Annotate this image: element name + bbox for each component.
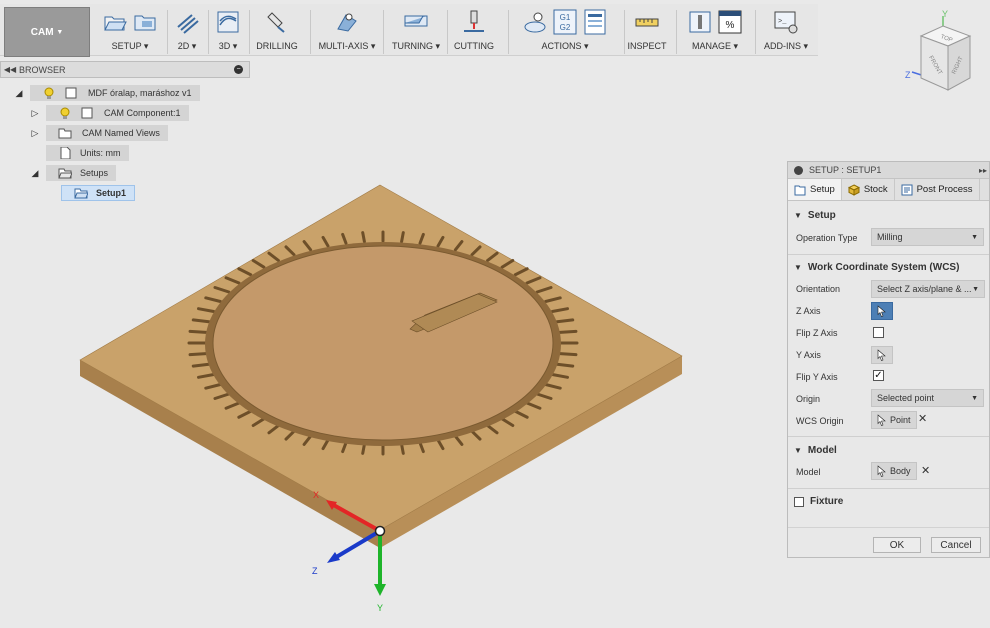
tick-slot: [188, 329, 208, 334]
model-label: Model: [796, 467, 821, 477]
model-body-selector[interactable]: Body: [871, 462, 917, 480]
fixture-section[interactable]: Fixture: [794, 496, 843, 507]
operation-type-select[interactable]: Milling ▼: [871, 228, 984, 246]
tick-slot: [558, 329, 578, 334]
orientation-label: Orientation: [796, 284, 841, 294]
tick-slot: [555, 318, 575, 324]
setup-section-title: Setup: [807, 210, 836, 221]
clear-model-icon[interactable]: ✕: [921, 464, 930, 477]
cancel-button[interactable]: Cancel: [931, 537, 981, 553]
flip-y-axis-checkbox[interactable]: ✓: [873, 370, 884, 381]
y-axis-label: Y Axis: [796, 350, 821, 360]
tick-slot: [361, 231, 366, 244]
tick-slot: [191, 362, 211, 368]
wcs-origin-label: WCS Origin: [796, 416, 844, 426]
z-axis-label: Z Axis: [796, 306, 821, 316]
fixture-checkbox[interactable]: [794, 496, 804, 507]
tick-slot: [191, 318, 211, 324]
tab-post-process[interactable]: Post Process: [895, 179, 980, 200]
orientation-select[interactable]: Select Z axis/plane & ... ▼: [871, 280, 985, 298]
fixture-label: Fixture: [810, 496, 844, 507]
tick-slot: [555, 362, 575, 368]
z-arrow-head: [327, 552, 340, 563]
dialog-title: SETUP : SETUP1: [809, 165, 882, 175]
dialog-options-icon[interactable]: [794, 165, 803, 175]
orientation-value: Select Z axis/plane & ...: [877, 284, 972, 294]
dropdown-caret-icon: ▼: [971, 394, 978, 402]
clear-wcs-origin-icon[interactable]: ✕: [918, 412, 927, 425]
collapse-triangle-icon: ▼: [794, 446, 802, 455]
z-axis-label: Z: [312, 566, 318, 576]
operation-type-value: Milling: [877, 232, 903, 242]
origin-value: Selected point: [877, 393, 935, 403]
operation-type-label: Operation Type: [796, 233, 858, 243]
origin-select[interactable]: Selected point ▼: [871, 389, 984, 407]
cursor-arrow-icon: [877, 414, 886, 426]
collapse-triangle-icon: ▼: [794, 211, 802, 220]
wcs-origin-value: Point: [890, 415, 911, 425]
wcs-origin-point[interactable]: [374, 525, 386, 537]
post-process-icon: [901, 184, 913, 195]
tick-slot: [400, 442, 405, 455]
ok-button[interactable]: OK: [873, 537, 921, 553]
cursor-arrow-icon: [877, 465, 886, 477]
model-value: Body: [890, 466, 911, 476]
tab-setup-label: Setup: [810, 184, 835, 195]
dialog-tabs: Setup Stock Post Process: [788, 179, 989, 201]
y-axis-selector[interactable]: [871, 346, 893, 364]
viewcube[interactable]: Y Z TOP FRONT RIGHT: [900, 8, 990, 98]
divider: [788, 527, 989, 528]
dialog-header[interactable]: SETUP : SETUP1 ▸▸: [788, 162, 989, 179]
wcs-section-title: Work Coordinate System (WCS): [807, 262, 960, 273]
x-axis-label: X: [313, 490, 319, 500]
tick-slot: [361, 442, 366, 455]
stock-cube-icon: [847, 183, 860, 196]
x-axis-arrow: [329, 501, 381, 533]
tick-slot: [400, 231, 405, 244]
setup-tab-icon: [794, 185, 806, 195]
viewcube-y-label: Y: [942, 9, 948, 19]
dropdown-caret-icon: ▼: [971, 233, 978, 241]
y-arrow-head: [374, 584, 386, 596]
model-section-header[interactable]: ▼ Model: [794, 445, 837, 456]
origin-label: Origin: [796, 394, 821, 404]
flip-z-axis-checkbox[interactable]: [873, 327, 884, 338]
flip-y-axis-label: Flip Y Axis: [796, 372, 838, 382]
tab-stock[interactable]: Stock: [842, 179, 895, 200]
tab-post-process-label: Post Process: [916, 184, 973, 195]
y-axis-label: Y: [377, 603, 383, 613]
wcs-origin-selector[interactable]: Point: [871, 411, 917, 429]
model-section-title: Model: [807, 445, 837, 456]
divider: [788, 254, 989, 255]
dial-recess: [212, 245, 554, 441]
expand-dialog-icon[interactable]: ▸▸: [979, 166, 987, 175]
cursor-arrow-icon: [877, 305, 886, 317]
tab-stock-label: Stock: [863, 184, 888, 195]
divider: [788, 488, 989, 489]
tick-slot: [188, 352, 208, 357]
dropdown-caret-icon: ▼: [972, 285, 979, 293]
flip-z-axis-label: Flip Z Axis: [796, 328, 838, 338]
divider: [788, 436, 989, 437]
collapse-triangle-icon: ▼: [794, 263, 802, 272]
tick-slot: [558, 352, 578, 357]
z-axis-arrow: [331, 529, 382, 561]
wcs-triad: X Z Y: [312, 490, 386, 613]
viewcube-z-label: Z: [905, 70, 911, 80]
wcs-section-header[interactable]: ▼ Work Coordinate System (WCS): [794, 262, 959, 273]
z-axis-selector[interactable]: [871, 302, 893, 320]
setup-dialog: SETUP : SETUP1 ▸▸ Setup Stock Post Proce…: [787, 161, 990, 558]
cursor-arrow-icon: [877, 349, 886, 361]
setup-section-header[interactable]: ▼ Setup: [794, 210, 836, 221]
tab-setup[interactable]: Setup: [788, 179, 842, 200]
